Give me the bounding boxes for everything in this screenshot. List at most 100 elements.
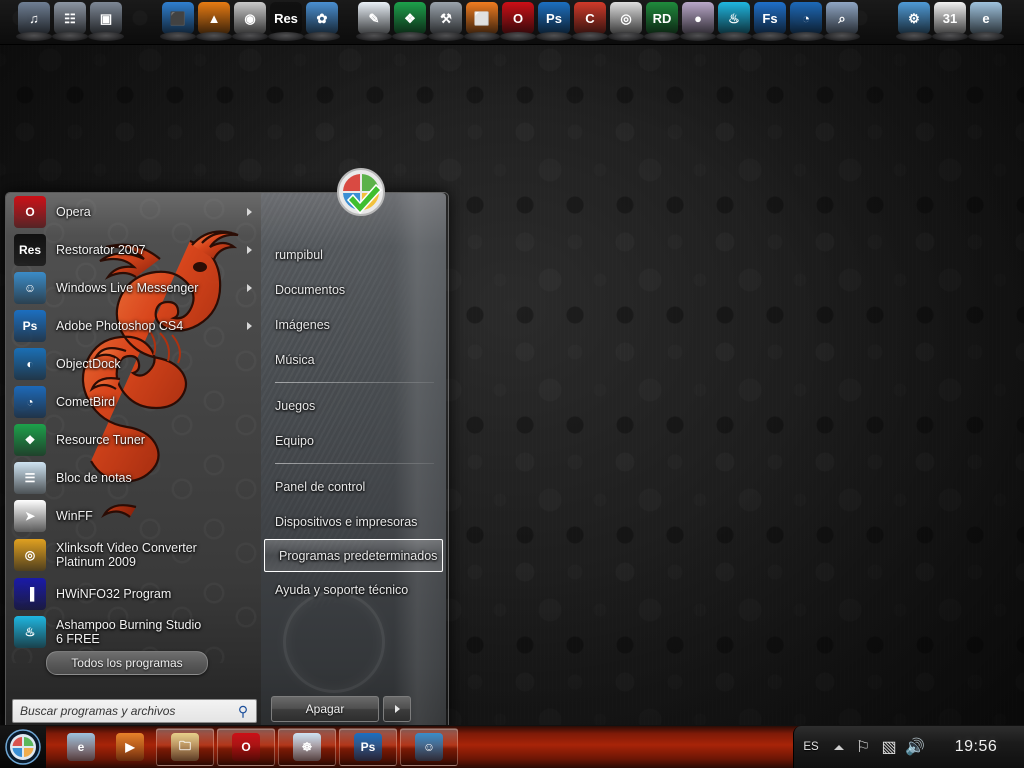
- all-programs-button[interactable]: Todos los programas: [46, 651, 208, 675]
- taskbar-button[interactable]: ▶: [107, 728, 153, 766]
- taskbar-button[interactable]: ☸: [278, 728, 336, 766]
- start-menu-item[interactable]: Res Restorator 2007: [6, 231, 261, 269]
- dock-item-19[interactable]: Fs: [752, 2, 788, 42]
- dock-item-11[interactable]: ⬜: [464, 2, 500, 42]
- dock-item-22[interactable]: ⚙: [896, 2, 932, 42]
- start-menu-item[interactable]: Ps Adobe Photoshop CS4: [6, 307, 261, 345]
- start-menu-item[interactable]: ◔ CometBird: [6, 383, 261, 421]
- dock-item-18[interactable]: ♨: [716, 2, 752, 42]
- submenu-arrow-icon: [247, 246, 252, 254]
- shutdown-button[interactable]: Apagar: [271, 696, 379, 722]
- start-menu-place-item[interactable]: Imágenes: [261, 307, 446, 342]
- pictures-folder-icon: ▣: [90, 2, 122, 34]
- vlc-cone-icon: ▲: [198, 2, 230, 34]
- start-menu-places-list[interactable]: rumpibul Documentos Imágenes Música Juegos Eq…: [261, 237, 446, 607]
- dock-item-17[interactable]: ●: [680, 2, 716, 42]
- start-menu-item[interactable]: O Opera: [6, 193, 261, 231]
- dock-plinth: [160, 32, 196, 41]
- start-menu[interactable]: O Opera Res Restorator 2007 ☺ Windows Live Me…: [5, 168, 449, 732]
- dock-item-7[interactable]: ✿: [304, 2, 340, 42]
- dock-item-14[interactable]: C: [572, 2, 608, 42]
- start-menu-item[interactable]: ♨ Ashampoo Burning Studio 6 FREE: [6, 613, 261, 651]
- start-menu-place-item[interactable]: Documentos: [261, 272, 446, 307]
- start-menu-place-item[interactable]: Equipo: [261, 423, 446, 458]
- chevron-up-icon: [834, 744, 844, 750]
- photoshop-icon: Ps: [538, 2, 570, 34]
- volume-icon[interactable]: 🔊: [902, 737, 928, 757]
- taskbar-button[interactable]: e: [58, 728, 104, 766]
- start-menu-place-item[interactable]: rumpibul: [261, 237, 446, 272]
- dock-item-24[interactable]: e: [968, 2, 1004, 42]
- start-menu-item-label: Opera: [56, 204, 91, 219]
- show-hidden-icons-button[interactable]: [828, 744, 850, 750]
- dock-item-12[interactable]: O: [500, 2, 536, 42]
- shutdown-group[interactable]: Apagar: [271, 696, 411, 722]
- start-menu-place-item[interactable]: Música: [261, 342, 446, 377]
- dock-item-23[interactable]: 31: [932, 2, 968, 42]
- start-menu-place-item[interactable]: Juegos: [261, 388, 446, 423]
- submenu-arrow-icon: [247, 208, 252, 216]
- start-menu-item[interactable]: ◐ ObjectDock: [6, 345, 261, 383]
- shutdown-options-button[interactable]: [383, 696, 411, 722]
- dock-item-16[interactable]: RD: [644, 2, 680, 42]
- taskbar[interactable]: e ▶ 🗀 O ☸ Ps ☺ ES ⚐ ▧ 🔊 19:56: [0, 725, 1024, 768]
- network-icon[interactable]: ▧: [876, 737, 902, 757]
- start-menu-item[interactable]: ☰ Bloc de notas: [6, 459, 261, 497]
- ashampoo-flame-icon: ♨: [14, 616, 46, 648]
- start-menu-place-label: Juegos: [275, 398, 316, 413]
- start-menu-place-item[interactable]: Ayuda y soporte técnico: [261, 572, 446, 607]
- taskbar-button[interactable]: O: [217, 728, 275, 766]
- action-center-flag-icon[interactable]: ⚐: [850, 737, 876, 757]
- xlinksoft-icon: ◎: [14, 539, 46, 571]
- dock-item-2[interactable]: ▣: [88, 2, 124, 42]
- start-menu-item[interactable]: ☺ Windows Live Messenger: [6, 269, 261, 307]
- language-indicator[interactable]: ES: [794, 741, 828, 753]
- dock-item-13[interactable]: Ps: [536, 2, 572, 42]
- winff-icon: ➤: [14, 500, 46, 532]
- taskbar-button[interactable]: 🗀: [156, 728, 214, 766]
- start-menu-left-pane[interactable]: O Opera Res Restorator 2007 ☺ Windows Live Me…: [6, 193, 261, 731]
- start-menu-right-pane[interactable]: rumpibul Documentos Imágenes Música Juegos Eq…: [261, 193, 446, 731]
- dock-item-9[interactable]: ❖: [392, 2, 428, 42]
- dock-item-1[interactable]: ☷: [52, 2, 88, 42]
- search-box[interactable]: Buscar programas y archivos ⚲: [12, 699, 257, 723]
- start-menu-item[interactable]: ❖ Resource Tuner: [6, 421, 261, 459]
- system-tray[interactable]: ES ⚐ ▧ 🔊 19:56: [793, 726, 1024, 768]
- taskbar-button[interactable]: Ps: [339, 728, 397, 766]
- dock-item-5[interactable]: ◉: [232, 2, 268, 42]
- dock-item-6[interactable]: Res: [268, 2, 304, 42]
- user-avatar[interactable]: [336, 167, 386, 217]
- dock-item-3[interactable]: ⬛: [160, 2, 196, 42]
- dock-item-10[interactable]: ⚒: [428, 2, 464, 42]
- restorator-icon: Res: [270, 2, 302, 34]
- dock-item-21[interactable]: ⌕: [824, 2, 860, 42]
- search-input[interactable]: Buscar programas y archivos: [13, 704, 230, 718]
- start-menu-place-item[interactable]: Programas predeterminados: [264, 539, 443, 572]
- start-menu-place-label: Ayuda y soporte técnico: [275, 582, 409, 597]
- taskbar-button[interactable]: ☺: [400, 728, 458, 766]
- menu-separator: [275, 463, 434, 464]
- magnifier-icon: ⌕: [826, 2, 858, 34]
- clock[interactable]: 19:56: [928, 738, 1024, 756]
- cometbird-icon: ◔: [790, 2, 822, 34]
- start-menu-place-item[interactable]: Dispositivos e impresoras: [261, 504, 446, 539]
- start-button[interactable]: [2, 727, 44, 767]
- start-menu-place-label: Música: [275, 352, 315, 367]
- dock-item-0[interactable]: ♫: [16, 2, 52, 42]
- start-menu-item[interactable]: ➤ WinFF: [6, 497, 261, 535]
- dock-plinth: [16, 32, 52, 41]
- taskbar-buttons[interactable]: e ▶ 🗀 O ☸ Ps ☺: [58, 728, 458, 766]
- resource-tuner-icon: ❖: [14, 424, 46, 456]
- top-dock[interactable]: ♫ ☷ ▣ ⬛ ▲ ◉ Res ✿ ✎ ❖ ⚒ ⬜ O Ps C ◎ RD ● ♨ Fs ◔ ⌕ ⚙ 31 e: [0, 0, 1024, 45]
- dock-item-4[interactable]: ▲: [196, 2, 232, 42]
- start-menu-item[interactable]: ▐ HWiNFO32 Program: [6, 575, 261, 613]
- dock-plinth: [356, 32, 392, 41]
- start-menu-place-item[interactable]: Panel de control: [261, 469, 446, 504]
- all-programs-label: Todos los programas: [71, 656, 183, 670]
- dock-item-8[interactable]: ✎: [356, 2, 392, 42]
- dock-item-15[interactable]: ◎: [608, 2, 644, 42]
- start-menu-program-list[interactable]: O Opera Res Restorator 2007 ☺ Windows Live Me…: [6, 193, 261, 651]
- dock-item-20[interactable]: ◔: [788, 2, 824, 42]
- start-menu-item-label: CometBird: [56, 394, 116, 409]
- start-menu-item[interactable]: ◎ Xlinksoft Video Converter Platinum 2009: [6, 535, 261, 575]
